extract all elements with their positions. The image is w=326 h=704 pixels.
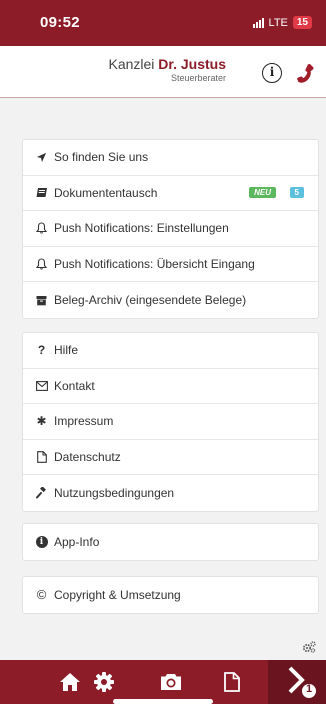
bell-icon	[35, 222, 48, 235]
settings-icon	[94, 672, 114, 692]
menu-item-label: Push Notifications: Übersicht Eingang	[54, 257, 255, 272]
menu-item-terms[interactable]: Nutzungsbedingungen	[23, 475, 318, 511]
home-icon	[60, 673, 80, 691]
status-indicators: LTE 15	[252, 16, 312, 29]
menu-item-push-inbox[interactable]: Push Notifications: Übersicht Eingang	[23, 247, 318, 283]
menu-item-label: Nutzungsbedingungen	[54, 486, 175, 501]
menu-item-copyright[interactable]: © Copyright & Umsetzung	[23, 577, 318, 613]
menu-item-label: Hilfe	[54, 343, 79, 358]
info-icon: i	[269, 65, 275, 79]
menu-item-push-settings[interactable]: Push Notifications: Einstellungen	[23, 211, 318, 247]
book-icon	[35, 186, 48, 199]
copyright-icon: ©	[36, 587, 47, 603]
menu-item-app-info[interactable]: i App-Info	[23, 524, 318, 560]
menu-group-services: So finden Sie uns Dokumententausch NEU 5…	[22, 139, 319, 319]
app-header: Kanzlei Dr. Justus Steuerberater i	[0, 46, 326, 98]
menu-item-directions[interactable]: So finden Sie uns	[23, 140, 318, 176]
gavel-icon	[35, 487, 48, 500]
file-icon	[35, 451, 48, 464]
new-badge: NEU	[249, 186, 276, 198]
tab-next[interactable]: 1	[268, 660, 326, 704]
bottom-tab-bar: 1	[0, 660, 326, 704]
menu-item-receipt-archive[interactable]: Beleg-Archiv (eingesendete Belege)	[23, 282, 318, 318]
bell-icon	[35, 258, 48, 271]
tab-camera[interactable]	[146, 660, 196, 704]
menu-group-app-info: i App-Info	[22, 523, 319, 561]
menu-group-copyright: © Copyright & Umsetzung	[22, 576, 319, 614]
info-glyph: i	[35, 535, 48, 548]
camera-icon	[161, 674, 181, 690]
menu-item-contact[interactable]: Kontakt	[23, 369, 318, 405]
status-bar: 09:52 LTE 15	[0, 0, 326, 46]
home-indicator	[113, 699, 213, 704]
logo-prefix: Kanzlei	[108, 56, 159, 72]
menu-item-label: Kontakt	[54, 378, 95, 393]
phone-icon[interactable]	[295, 62, 315, 84]
count-badge: 5	[289, 186, 304, 198]
menu-item-label: Datenschutz	[54, 450, 121, 465]
next-icon	[288, 666, 316, 698]
logo-name: Dr. Justus	[158, 56, 226, 72]
menu-item-label: Beleg-Archiv (eingesendete Belege)	[54, 293, 247, 308]
kanzlei-logo: Kanzlei Dr. Justus Steuerberater	[108, 56, 226, 83]
info-button[interactable]: i	[262, 63, 282, 83]
menu-item-imprint[interactable]: ✱ Impressum	[23, 404, 318, 440]
signal-icon	[252, 17, 264, 28]
status-time: 09:52	[40, 14, 80, 31]
tab-settings[interactable]	[79, 660, 129, 704]
menu-item-document-exchange[interactable]: Dokumententausch NEU 5	[23, 176, 318, 212]
info-circle-icon: i	[35, 535, 48, 548]
menu-item-label: Impressum	[54, 414, 114, 429]
next-badge: 1	[305, 683, 313, 695]
document-icon	[224, 672, 240, 692]
menu-item-label: Copyright & Umsetzung	[54, 587, 181, 602]
menu-item-privacy[interactable]: Datenschutz	[23, 440, 318, 476]
menu-item-help[interactable]: ? Hilfe	[23, 333, 318, 369]
menu-item-label: Push Notifications: Einstellungen	[54, 221, 229, 236]
cogs-icon[interactable]	[302, 641, 316, 653]
asterisk-icon: ✱	[36, 414, 47, 429]
menu-group-info: ? Hilfe Kontakt ✱ Impressum Datenschutz …	[22, 332, 319, 512]
question-icon: ?	[37, 343, 46, 358]
tab-documents[interactable]	[207, 660, 257, 704]
envelope-icon	[35, 379, 48, 392]
network-type: LTE	[268, 16, 288, 29]
menu-item-label: App-Info	[54, 534, 100, 549]
logo-subtitle: Steuerberater	[170, 73, 226, 83]
archive-icon	[35, 294, 48, 307]
menu-item-label: Dokumententausch	[54, 185, 158, 200]
menu-item-label: So finden Sie uns	[54, 150, 149, 165]
battery-indicator: 15	[292, 16, 312, 29]
location-arrow-icon	[35, 151, 48, 164]
